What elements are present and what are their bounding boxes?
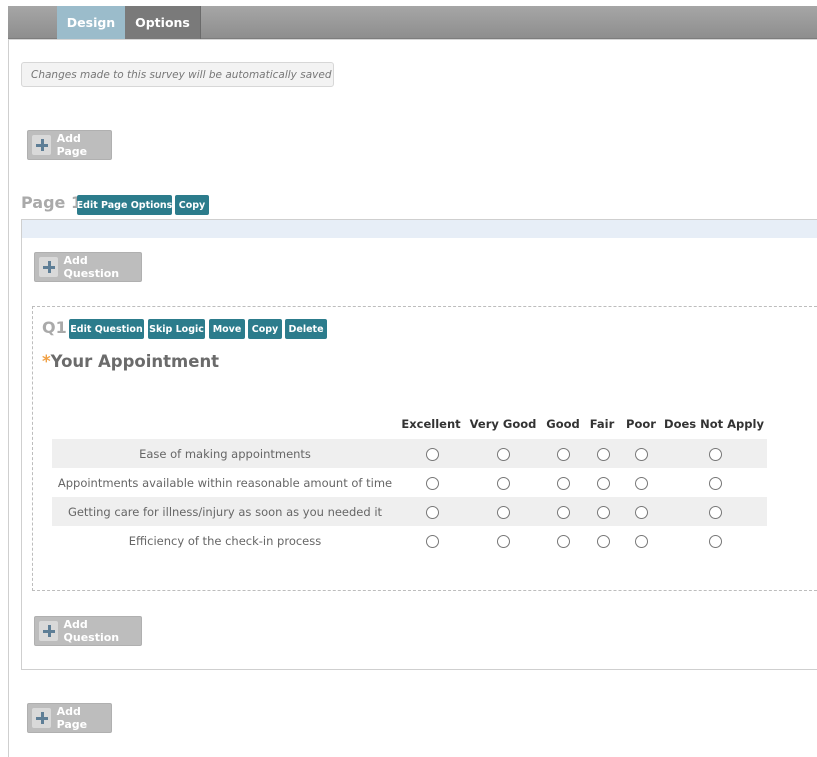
delete-question-button[interactable]: Delete [285,319,327,339]
radio-row3-excellent[interactable] [426,506,439,519]
add-question-button-top[interactable]: Add Question [34,252,142,282]
page-header-strip [22,220,817,238]
radio-row4-does-not-apply[interactable] [709,535,722,548]
edit-question-button[interactable]: Edit Question [69,319,144,339]
row-label: Ease of making appointments [139,447,311,461]
skip-logic-button[interactable]: Skip Logic [148,319,205,339]
add-page-label: Add Page [56,132,88,158]
add-question-label: Add Question [63,254,120,280]
radio-row1-very-good[interactable] [497,448,510,461]
radio-row3-fair[interactable] [597,506,610,519]
radio-row2-does-not-apply[interactable] [709,477,722,490]
edit-page-options-button[interactable]: Edit Page Options [77,195,172,215]
add-question-label: Add Question [63,618,120,644]
radio-row1-fair[interactable] [597,448,610,461]
question-title: *Your Appointment [42,352,219,371]
radio-row3-poor[interactable] [635,506,648,519]
row-label: Getting care for illness/injury as soon … [67,505,383,519]
add-page-button-bottom[interactable]: Add Page [27,703,112,733]
required-mark: * [42,352,51,371]
radio-row2-poor[interactable] [635,477,648,490]
radio-row2-fair[interactable] [597,477,610,490]
question-number: Q1 [42,318,67,337]
plus-icon [32,708,51,728]
column-header-poor: Poor [626,417,656,431]
autosave-notice: Changes made to this survey will be auto… [21,62,334,87]
question-title-text: Your Appointment [50,352,220,371]
add-page-label: Add Page [56,705,88,731]
copy-page-button[interactable]: Copy [175,195,209,215]
radio-row4-excellent[interactable] [426,535,439,548]
radio-row1-good[interactable] [557,448,570,461]
add-page-button-top[interactable]: Add Page [27,130,112,160]
plus-icon [32,135,51,155]
row-label: Efficiency of the check-in process [128,534,322,548]
tab-bar: Design Options [8,6,817,39]
radio-row4-poor[interactable] [635,535,648,548]
radio-row4-good[interactable] [557,535,570,548]
radio-row2-very-good[interactable] [497,477,510,490]
radio-row1-excellent[interactable] [426,448,439,461]
radio-row1-poor[interactable] [635,448,648,461]
plus-icon [39,257,58,277]
radio-row1-does-not-apply[interactable] [709,448,722,461]
plus-icon [39,621,58,641]
tab-design[interactable]: Design [57,6,125,39]
row-label: Appointments available within reasonable… [57,476,393,490]
tab-options[interactable]: Options [125,6,201,39]
column-header-does-not-apply: Does Not Apply [664,417,764,431]
column-header-very-good: Very Good [469,417,537,431]
radio-row2-good[interactable] [557,477,570,490]
move-question-button[interactable]: Move [209,319,245,339]
copy-question-button[interactable]: Copy [248,319,282,339]
column-header-fair: Fair [589,417,615,431]
page-title: Page 1 [21,193,83,212]
column-header-good: Good [546,417,580,431]
radio-row3-good[interactable] [557,506,570,519]
add-question-button-bottom[interactable]: Add Question [34,616,142,646]
radio-row3-very-good[interactable] [497,506,510,519]
column-header-excellent: Excellent [401,417,461,431]
radio-row2-excellent[interactable] [426,477,439,490]
radio-row4-fair[interactable] [597,535,610,548]
radio-row3-does-not-apply[interactable] [709,506,722,519]
radio-row4-very-good[interactable] [497,535,510,548]
